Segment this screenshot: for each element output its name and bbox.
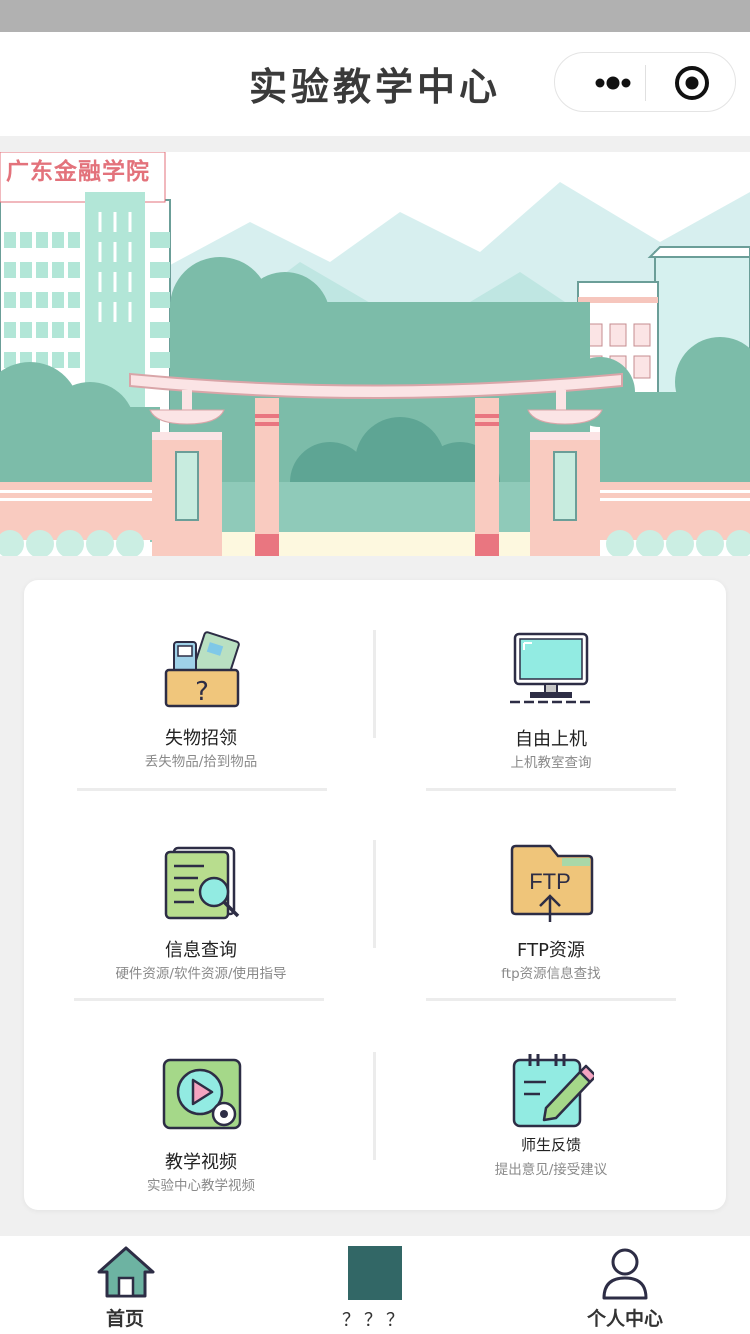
lost-box-icon: ? [164,630,244,714]
menu-item-free-computer[interactable]: 自由上机 上机教室查询 [376,630,726,780]
tab-label: 个人中心 [586,1308,663,1330]
menu-item-label: 教学视频 [165,1152,237,1173]
menu-item-label: FTP资源 [517,940,585,961]
document-search-icon [164,844,244,928]
menu-item-info-query[interactable]: 信息查询 硬件资源/软件资源/使用指导 [26,844,376,994]
menu-item-subtitle: 硬件资源/软件资源/使用指导 [115,966,287,982]
menu-item-subtitle: ftp资源信息查找 [501,966,601,982]
campus-gate-illustration [0,152,750,556]
monitor-icon [510,632,592,710]
ftp-icon-text: FTP [529,869,571,894]
video-play-icon [162,1058,244,1138]
menu-item-label: 自由上机 [515,729,587,750]
tab-home[interactable]: 首页 [0,1236,250,1334]
campus-banner: 广东金融学院 [0,152,750,556]
tab-label: ？？？ [342,1310,408,1331]
user-icon [600,1246,650,1304]
menu-item-lost-found[interactable]: ? 失物招领 丢失物品/拾到物品 [26,630,376,780]
tab-personal-center[interactable]: 个人中心 [500,1236,750,1334]
menu-item-subtitle: 提出意见/接受建议 [494,1162,608,1178]
menu-item-label: 失物招领 [165,728,237,749]
menu-item-ftp[interactable]: FTP FTP资源 ftp资源信息查找 [376,844,726,994]
svg-text:?: ? [195,677,209,707]
school-name: 广东金融学院 [6,159,150,185]
square-icon [348,1246,402,1300]
menu-item-label: 信息查询 [165,940,237,961]
tab-label: 首页 [105,1308,144,1330]
tab-bar: 首页 ？？？ 个人中心 [0,1236,750,1334]
more-dots-icon[interactable] [583,53,643,113]
status-bar [0,0,750,32]
row-divider [77,788,327,791]
menu-item-subtitle: 上机教室查询 [510,755,592,771]
menu-card: ? 失物招领 丢失物品/拾到物品 自由上机 上机教室查询 信息查询 硬件资源/软… [24,580,726,1210]
capsule-divider [645,65,646,101]
tab-unknown[interactable]: ？？？ [250,1236,500,1334]
row-divider [426,788,676,791]
row-divider [74,998,324,1001]
home-icon [95,1244,157,1304]
menu-item-teaching-video[interactable]: 教学视频 实验中心教学视频 [26,1058,376,1208]
menu-item-subtitle: 丢失物品/拾到物品 [144,754,258,770]
menu-item-label: 师生反馈 [520,1136,581,1154]
menu-item-subtitle: 实验中心教学视频 [147,1178,255,1194]
navigation-bar: 实验教学中心 [0,32,750,136]
capsule-menu [554,52,736,112]
ftp-folder-icon: FTP [510,844,594,930]
target-icon[interactable] [673,64,711,102]
row-divider [426,998,676,1001]
notepad-pen-icon [510,1052,598,1134]
menu-item-feedback[interactable]: 师生反馈 提出意见/接受建议 [376,1052,726,1202]
